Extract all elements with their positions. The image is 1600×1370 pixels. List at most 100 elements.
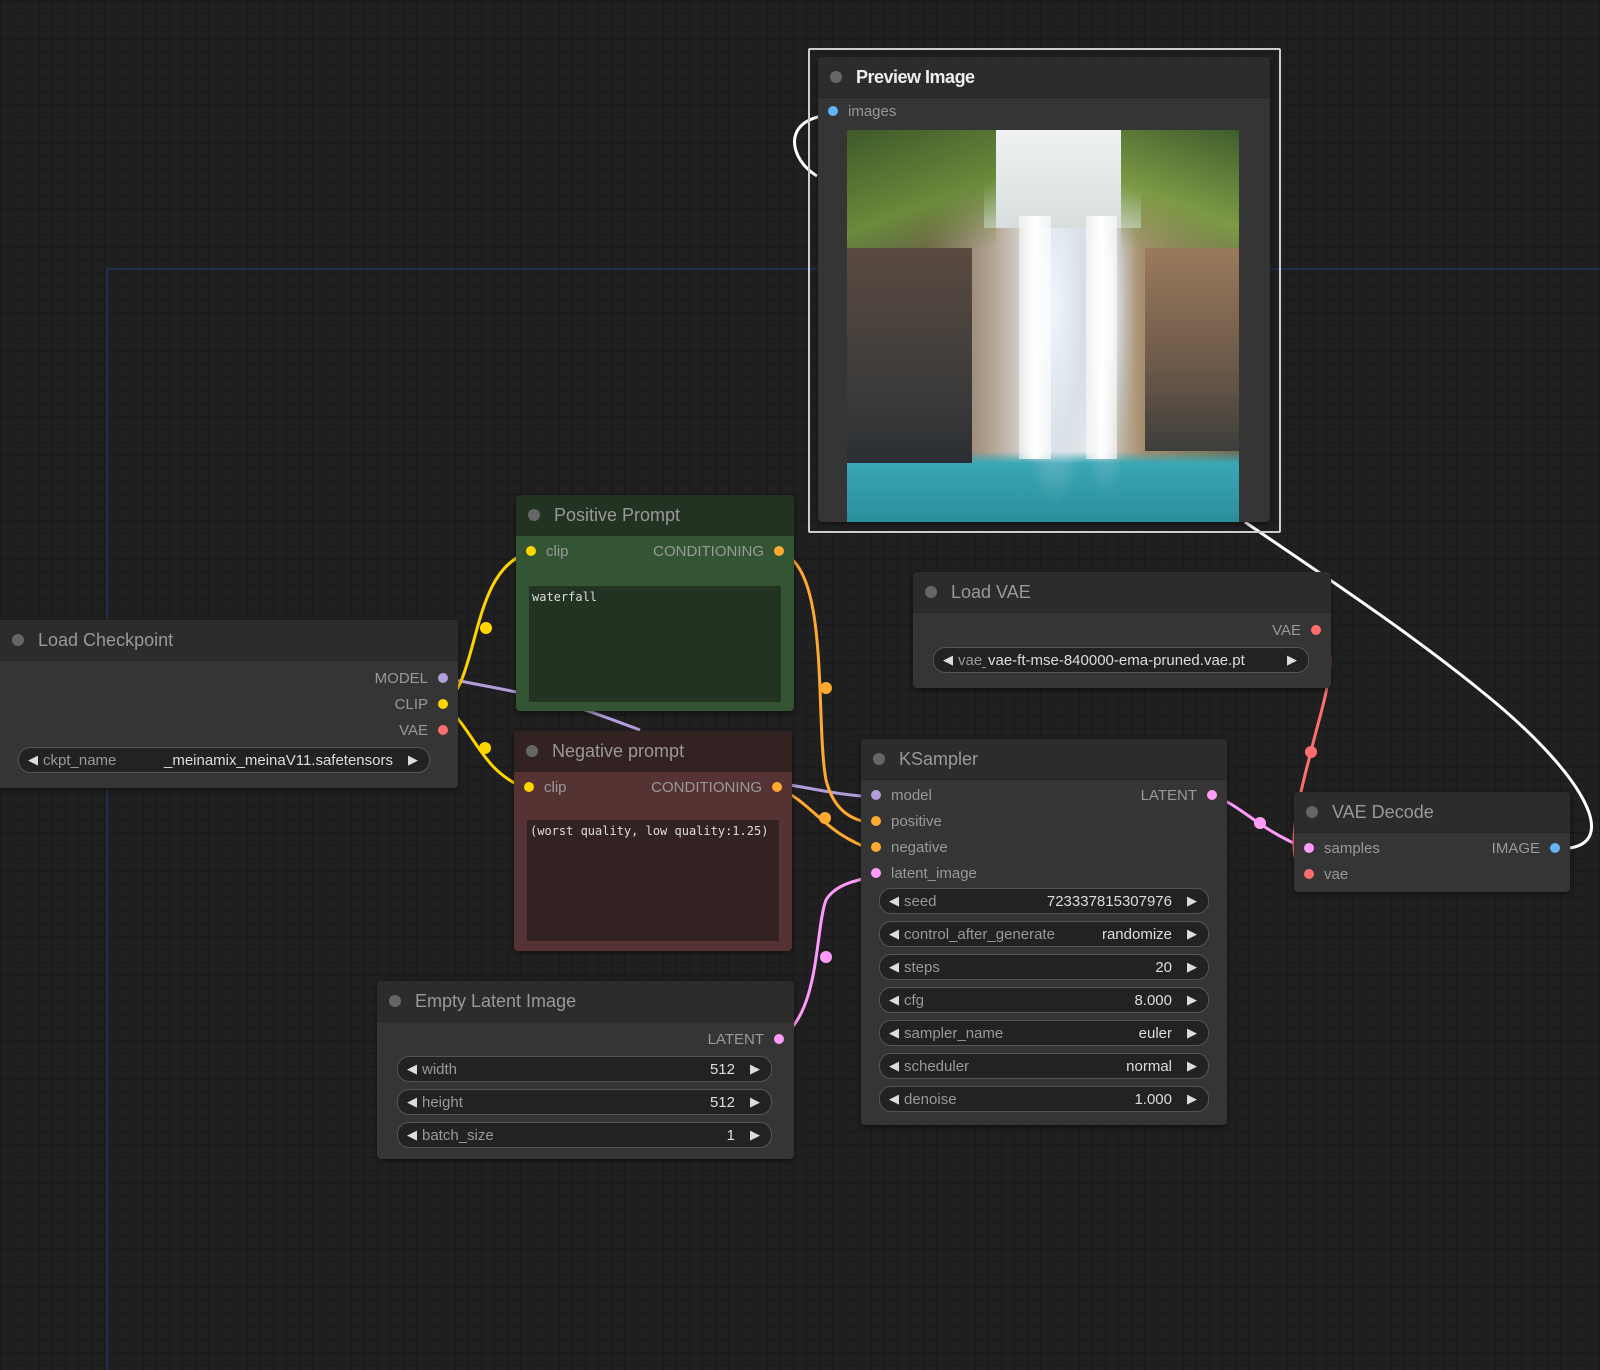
collapse-dot-icon[interactable] — [526, 745, 538, 757]
input-slot-vae[interactable]: vae — [1294, 861, 1570, 887]
model-output-dot-icon[interactable] — [438, 673, 448, 683]
input-slot-positive[interactable]: positive — [861, 808, 1227, 834]
width-number-widget[interactable]: ◀ width 512 ▶ — [397, 1056, 772, 1082]
sampler-name-combo[interactable]: ◀ sampler_name euler ▶ — [879, 1020, 1209, 1046]
load-checkpoint-node[interactable]: Load Checkpoint MODEL CLIP VAE ◀ ckpt_na… — [0, 620, 458, 788]
arrow-left-icon[interactable]: ◀ — [884, 893, 904, 909]
load-vae-node[interactable]: Load VAE VAE ◀ vae_name vae-ft-mse-84000… — [913, 572, 1331, 688]
collapse-dot-icon[interactable] — [925, 586, 937, 598]
arrow-left-icon[interactable]: ◀ — [884, 992, 904, 1008]
arrow-right-icon[interactable]: ▶ — [1182, 1025, 1202, 1041]
collapse-dot-icon[interactable] — [830, 71, 842, 83]
latent-input-dot-icon[interactable] — [1304, 843, 1314, 853]
output-slot-conditioning[interactable]: CONDITIONING — [653, 543, 784, 560]
node-title-bar[interactable]: Load VAE — [913, 572, 1331, 613]
empty-latent-image-node[interactable]: Empty Latent Image LATENT ◀ width 512 ▶ … — [377, 981, 794, 1159]
cfg-number-widget[interactable]: ◀ cfg 8.000 ▶ — [879, 987, 1209, 1013]
preview-image-output[interactable] — [847, 130, 1239, 522]
clip-input-dot-icon[interactable] — [526, 546, 536, 556]
denoise-number-widget[interactable]: ◀ denoise 1.000 ▶ — [879, 1086, 1209, 1112]
arrow-left-icon[interactable]: ◀ — [884, 959, 904, 975]
positive-prompt-textarea[interactable]: waterfall — [529, 586, 781, 702]
output-slot-vae[interactable]: VAE — [0, 717, 458, 743]
arrow-left-icon[interactable]: ◀ — [402, 1094, 422, 1110]
image-input-dot-icon[interactable] — [828, 106, 838, 116]
control-after-generate-combo[interactable]: ◀ control_after_generate randomize ▶ — [879, 921, 1209, 947]
vae-name-combo[interactable]: ◀ vae_name vae-ft-mse-840000-ema-pruned.… — [933, 647, 1309, 673]
collapse-dot-icon[interactable] — [528, 509, 540, 521]
link-midpoint[interactable] — [479, 742, 491, 754]
input-slot-negative[interactable]: negative — [861, 834, 1227, 860]
positive-prompt-node[interactable]: Positive Prompt clip CONDITIONING waterf… — [516, 495, 794, 711]
node-title-bar[interactable]: Preview Image — [818, 57, 1270, 98]
arrow-left-icon[interactable]: ◀ — [23, 752, 43, 768]
output-slot-latent[interactable]: LATENT — [1141, 787, 1217, 804]
vae-output-dot-icon[interactable] — [438, 725, 448, 735]
arrow-left-icon[interactable]: ◀ — [884, 1091, 904, 1107]
latent-output-dot-icon[interactable] — [774, 1034, 784, 1044]
arrow-right-icon[interactable]: ▶ — [745, 1094, 765, 1110]
arrow-left-icon[interactable]: ◀ — [402, 1061, 422, 1077]
arrow-left-icon[interactable]: ◀ — [938, 652, 958, 668]
link-midpoint[interactable] — [1254, 817, 1266, 829]
output-slot-conditioning[interactable]: CONDITIONING — [651, 779, 782, 796]
steps-number-widget[interactable]: ◀ steps 20 ▶ — [879, 954, 1209, 980]
arrow-right-icon[interactable]: ▶ — [745, 1061, 765, 1077]
conditioning-output-dot-icon[interactable] — [772, 782, 782, 792]
negative-prompt-textarea[interactable]: (worst quality, low quality:1.25) — [527, 820, 779, 941]
input-slot-images[interactable]: images — [818, 98, 1270, 124]
collapse-dot-icon[interactable] — [12, 634, 24, 646]
scheduler-combo[interactable]: ◀ scheduler normal ▶ — [879, 1053, 1209, 1079]
arrow-right-icon[interactable]: ▶ — [1182, 1091, 1202, 1107]
arrow-right-icon[interactable]: ▶ — [403, 752, 423, 768]
arrow-right-icon[interactable]: ▶ — [1182, 992, 1202, 1008]
node-title-bar[interactable]: Load Checkpoint — [0, 620, 458, 661]
arrow-left-icon[interactable]: ◀ — [884, 926, 904, 942]
output-slot-clip[interactable]: CLIP — [0, 691, 458, 717]
node-title-bar[interactable]: Positive Prompt — [516, 495, 794, 536]
collapse-dot-icon[interactable] — [1306, 806, 1318, 818]
input-slot-clip[interactable]: clip — [524, 779, 567, 796]
latent-output-dot-icon[interactable] — [1207, 790, 1217, 800]
link-midpoint[interactable] — [820, 951, 832, 963]
negative-prompt-node[interactable]: Negative prompt clip CONDITIONING (worst… — [514, 731, 792, 951]
node-title-bar[interactable]: KSampler — [861, 739, 1227, 780]
arrow-right-icon[interactable]: ▶ — [1182, 1058, 1202, 1074]
conditioning-input-dot-icon[interactable] — [871, 816, 881, 826]
seed-number-widget[interactable]: ◀ seed 723337815307976 ▶ — [879, 888, 1209, 914]
arrow-right-icon[interactable]: ▶ — [1182, 926, 1202, 942]
ckpt-name-combo[interactable]: ◀ ckpt_name _meinamix_meinaV11.safetenso… — [18, 747, 430, 773]
ksampler-node[interactable]: KSampler model LATENT positive negative … — [861, 739, 1227, 1125]
input-slot-samples[interactable]: samples — [1304, 840, 1380, 857]
link-midpoint[interactable] — [819, 812, 831, 824]
input-slot-clip[interactable]: clip — [526, 543, 569, 560]
vae-output-dot-icon[interactable] — [1311, 625, 1321, 635]
collapse-dot-icon[interactable] — [389, 995, 401, 1007]
arrow-right-icon[interactable]: ▶ — [1282, 652, 1302, 668]
output-slot-image[interactable]: IMAGE — [1492, 840, 1560, 857]
clip-output-dot-icon[interactable] — [438, 699, 448, 709]
node-title-bar[interactable]: Negative prompt — [514, 731, 792, 772]
model-input-dot-icon[interactable] — [871, 790, 881, 800]
arrow-right-icon[interactable]: ▶ — [1182, 893, 1202, 909]
arrow-right-icon[interactable]: ▶ — [1182, 959, 1202, 975]
vae-decode-node[interactable]: VAE Decode samples IMAGE vae — [1294, 792, 1570, 892]
output-slot-model[interactable]: MODEL — [0, 665, 458, 691]
preview-image-node[interactable]: Preview Image images — [818, 57, 1270, 522]
link-midpoint[interactable] — [1305, 746, 1317, 758]
output-slot-latent[interactable]: LATENT — [377, 1026, 794, 1052]
input-slot-latent-image[interactable]: latent_image — [861, 860, 1227, 886]
vae-input-dot-icon[interactable] — [1304, 869, 1314, 879]
batch-size-number-widget[interactable]: ◀ batch_size 1 ▶ — [397, 1122, 772, 1148]
node-title-bar[interactable]: VAE Decode — [1294, 792, 1570, 833]
collapse-dot-icon[interactable] — [873, 753, 885, 765]
arrow-left-icon[interactable]: ◀ — [402, 1127, 422, 1143]
height-number-widget[interactable]: ◀ height 512 ▶ — [397, 1089, 772, 1115]
arrow-left-icon[interactable]: ◀ — [884, 1025, 904, 1041]
conditioning-output-dot-icon[interactable] — [774, 546, 784, 556]
conditioning-input-dot-icon[interactable] — [871, 842, 881, 852]
input-slot-model[interactable]: model — [871, 787, 932, 804]
output-slot-vae[interactable]: VAE — [913, 617, 1331, 643]
arrow-left-icon[interactable]: ◀ — [884, 1058, 904, 1074]
link-midpoint[interactable] — [480, 622, 492, 634]
